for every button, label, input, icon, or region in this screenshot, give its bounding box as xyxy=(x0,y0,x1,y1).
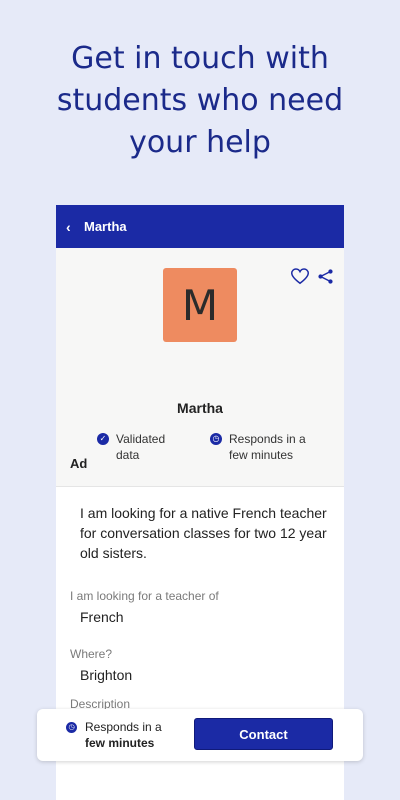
ad-section: I am looking for a native French teacher… xyxy=(56,486,344,711)
top-app-bar: ‹ Martha xyxy=(56,205,344,248)
profile-actions xyxy=(290,268,334,288)
response-time-line-2: few minutes xyxy=(85,736,155,750)
check-circle-icon: ✓ xyxy=(97,433,109,445)
field-value: Brighton xyxy=(80,667,133,683)
contact-bar: ◷ Responds in a few minutes Contact xyxy=(37,709,363,761)
field-value: French xyxy=(80,609,124,625)
profile-card: M Martha ✓ Validated data ◷ Responds in … xyxy=(56,248,344,486)
field-location: Where? Brighton xyxy=(56,647,344,683)
avatar-letter: M xyxy=(181,280,219,330)
contact-button[interactable]: Contact xyxy=(194,718,333,750)
headline-line-3: your help xyxy=(129,125,271,160)
validated-badge: ✓ Validated data xyxy=(97,431,176,463)
clock-icon: ◷ xyxy=(210,433,222,445)
avatar: M xyxy=(163,268,237,342)
headline-line-1: Get in touch with xyxy=(71,41,329,76)
promo-headline: Get in touch with students who need your… xyxy=(0,38,400,164)
profile-badges: ✓ Validated data ◷ Responds in a few min… xyxy=(97,431,309,463)
response-time-badge: ◷ Responds in a few minutes xyxy=(210,431,309,463)
response-time-info: ◷ Responds in a few minutes xyxy=(66,719,162,751)
clock-icon: ◷ xyxy=(66,722,77,733)
top-bar-title: Martha xyxy=(84,219,127,234)
ad-text: I am looking for a native French teacher… xyxy=(80,505,327,561)
share-icon[interactable] xyxy=(317,268,334,288)
response-time-badge-label: Responds in a few minutes xyxy=(229,432,306,462)
validated-badge-label: Validated data xyxy=(116,432,166,462)
headline-line-2: students who need xyxy=(56,83,344,118)
ad-section-label: Ad xyxy=(70,456,88,471)
profile-name: Martha xyxy=(177,400,223,416)
heart-icon[interactable] xyxy=(290,268,310,288)
field-subject: I am looking for a teacher of French xyxy=(56,589,344,625)
chevron-left-icon[interactable]: ‹ xyxy=(66,219,84,235)
field-label: Where? xyxy=(70,647,113,661)
response-time-line-1: Responds in a xyxy=(85,720,162,734)
field-label: I am looking for a teacher of xyxy=(70,589,219,603)
